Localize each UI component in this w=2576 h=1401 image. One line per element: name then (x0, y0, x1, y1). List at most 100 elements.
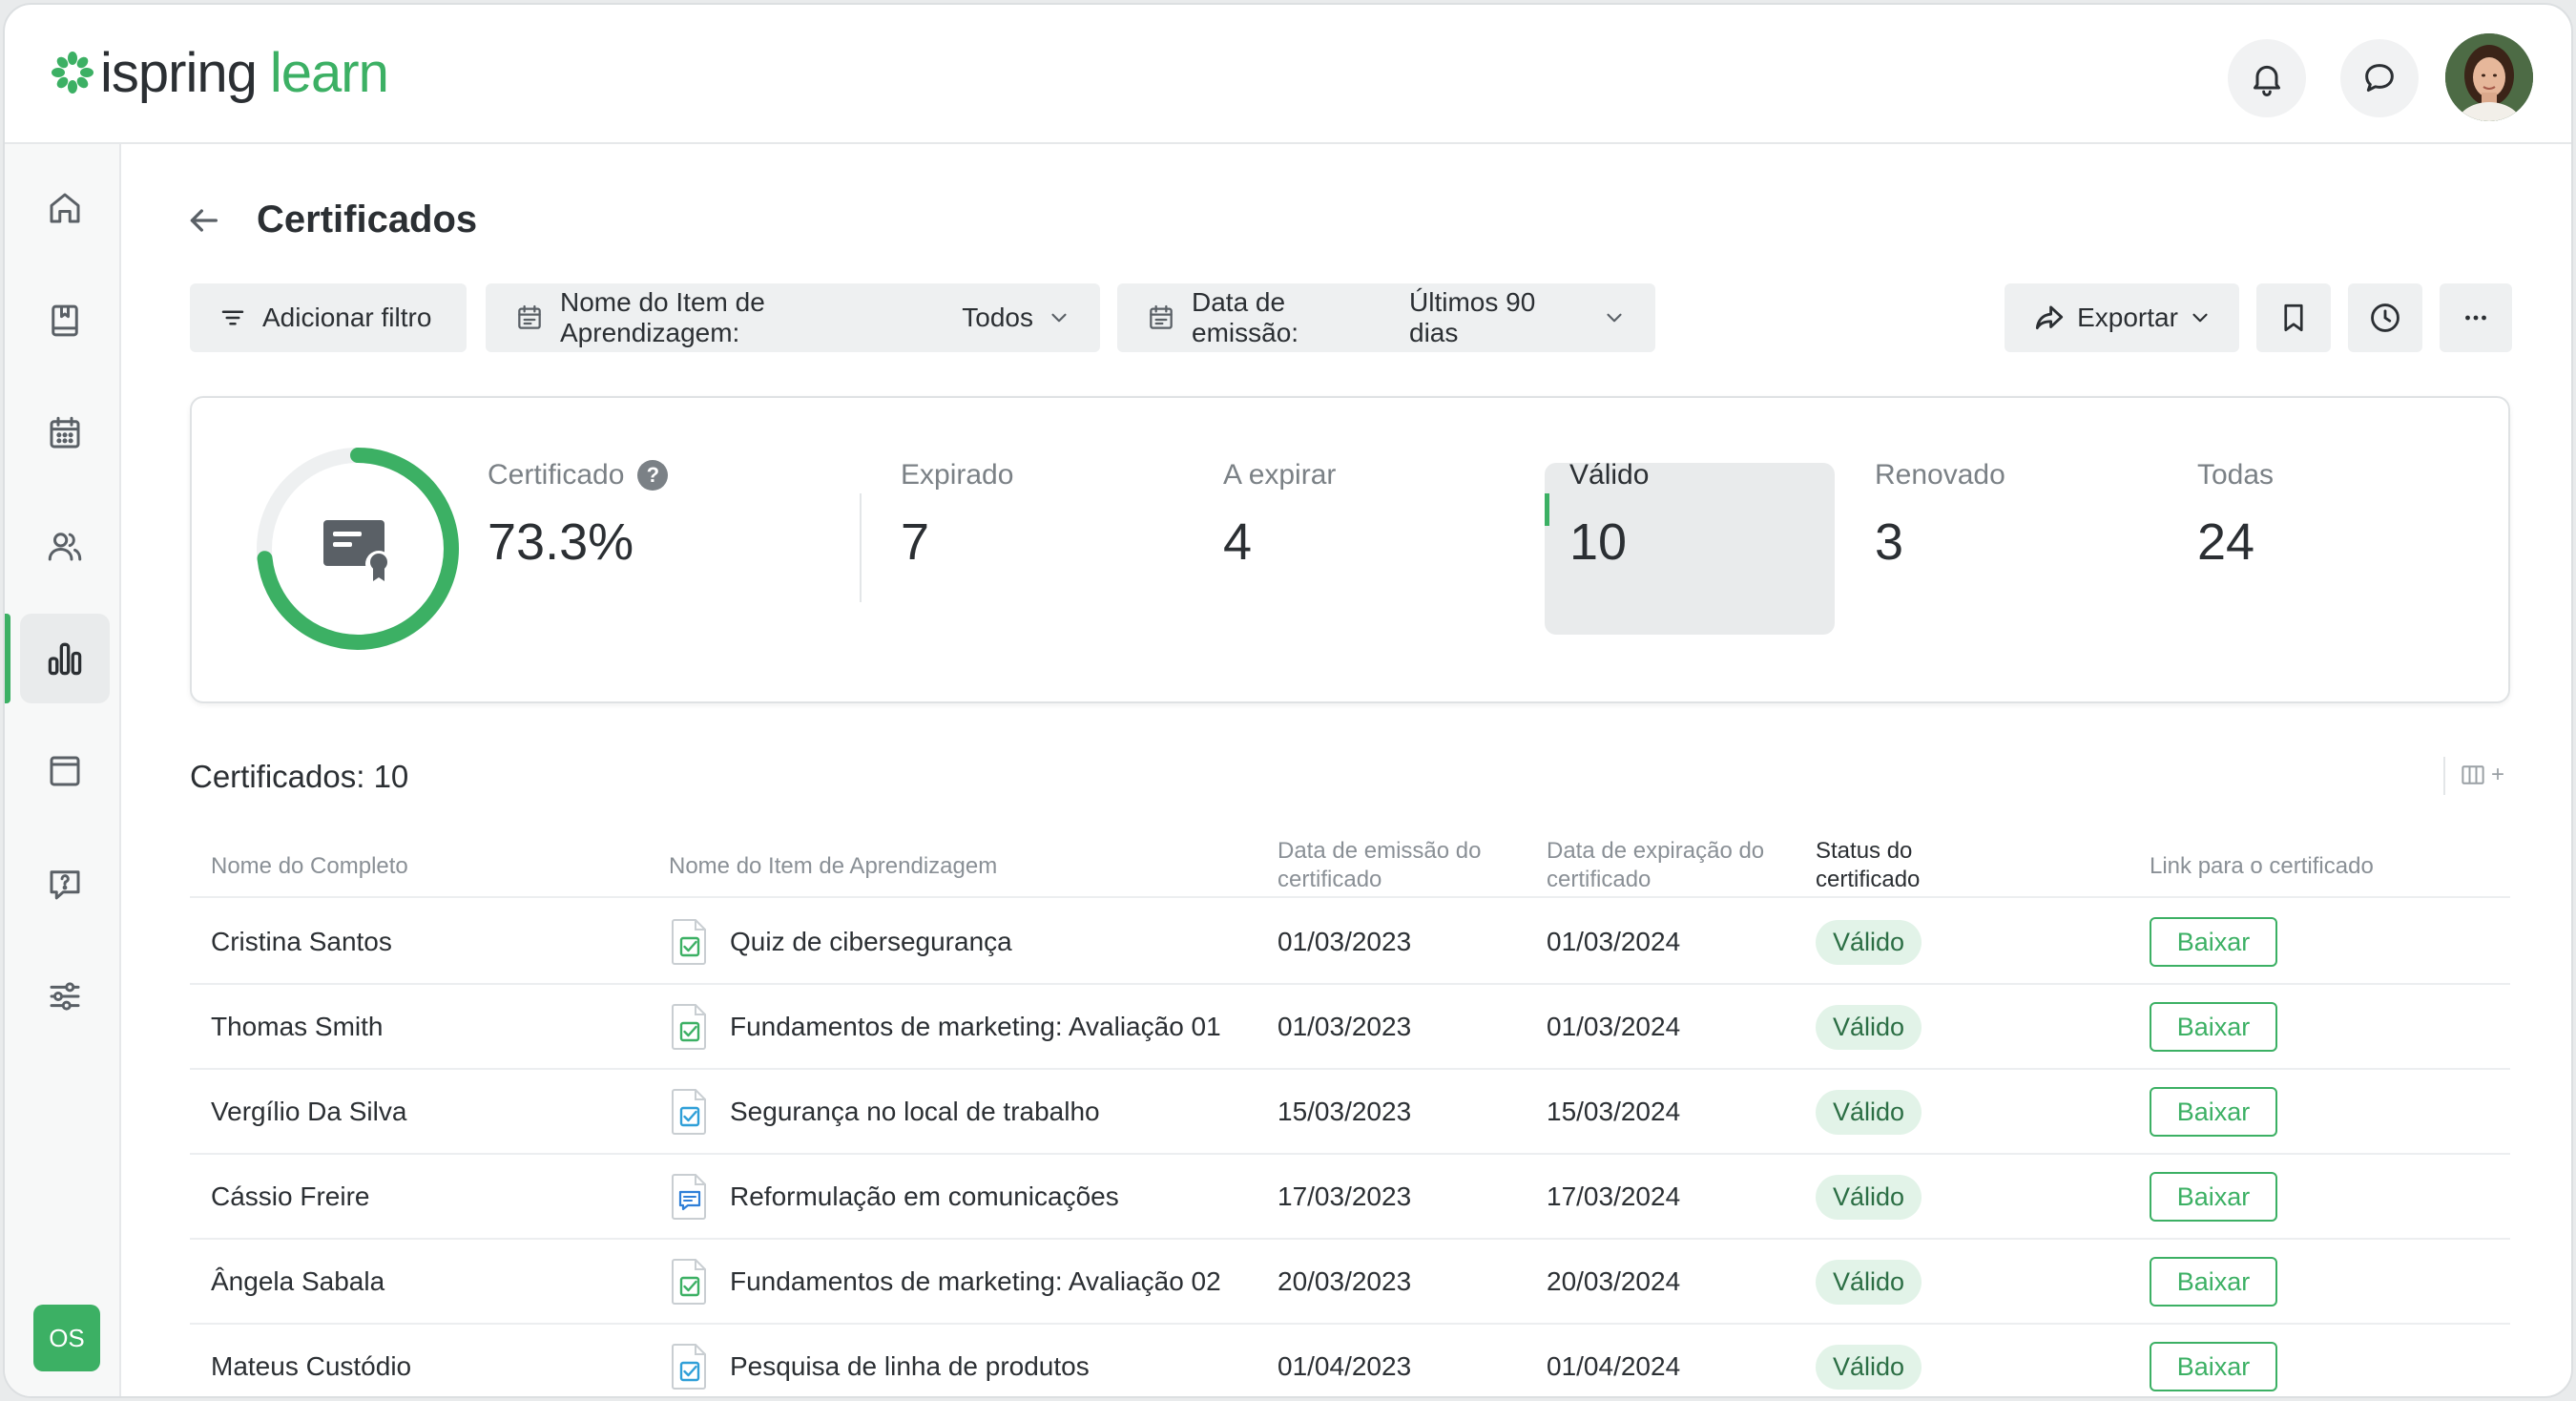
chevron-down-icon (2192, 313, 2208, 323)
learning-item-filter-label: Nome do Item de Aprendizagem: (560, 287, 765, 347)
cell-item[interactable]: Pesquisa de linha de produtos (671, 1325, 1090, 1396)
cell-item-label: Fundamentos de marketing: Avaliação 01 (730, 1012, 1221, 1041)
quiz-doc-icon (671, 1258, 709, 1306)
stat-expiring[interactable]: A expirar 4 (1223, 459, 1336, 572)
app-logo[interactable]: ispring learn (51, 39, 389, 106)
export-label: Exportar (2077, 303, 2178, 332)
help-icon[interactable]: ? (637, 460, 669, 491)
quiz-doc-icon (671, 918, 709, 966)
cell-link: Baixar (2150, 1070, 2277, 1154)
stats-divider (860, 493, 862, 602)
stat-certified: Certificado? 73.3% (488, 459, 669, 572)
download-button[interactable]: Baixar (2150, 1342, 2277, 1391)
sidebar-item-home[interactable] (20, 163, 110, 253)
user-initials-badge[interactable]: OS (33, 1305, 100, 1371)
avatar-portrait-icon (2445, 33, 2533, 121)
download-button[interactable]: Baixar (2150, 1087, 2277, 1137)
certified-progress-ring (257, 448, 459, 650)
bookmark-button[interactable] (2256, 283, 2331, 352)
stat-all-value: 24 (2197, 513, 2255, 571)
sidebar-item-settings[interactable] (20, 951, 110, 1041)
cell-expiry-date: 01/03/2024 (1547, 1012, 1681, 1041)
stat-expiring-value: 4 (1223, 513, 1253, 571)
stat-renewed[interactable]: Renovado 3 (1875, 459, 2005, 572)
table-row[interactable]: Cristina Santos Quiz de cibersegurança 01/… (190, 900, 2510, 985)
cell-issue-date: 01/04/2023 (1278, 1351, 1412, 1381)
stat-certified-value: 73.3% (488, 513, 634, 571)
header-name[interactable]: Nome do Completo (211, 852, 408, 881)
user-avatar[interactable] (2445, 33, 2533, 121)
stat-all[interactable]: Todas 24 (2197, 459, 2274, 572)
download-button[interactable]: Baixar (2150, 1002, 2277, 1052)
main-content: Certificados Adicionar filtro Nome do It… (123, 146, 2571, 1396)
cell-status: Válido (1816, 1070, 1922, 1154)
cell-name: Cristina Santos (211, 927, 392, 956)
cell-name: Ângela Sabala (211, 1266, 385, 1296)
chevron-down-icon (1607, 313, 1622, 323)
more-options-button[interactable] (2440, 283, 2512, 352)
cell-item[interactable]: Fundamentos de marketing: Avaliação 02 (671, 1240, 1221, 1324)
status-badge: Válido (1816, 919, 1922, 965)
notifications-button[interactable] (2228, 39, 2306, 117)
calendar-icon (518, 304, 541, 329)
cell-item[interactable]: Reformulação em comunicações (671, 1155, 1119, 1239)
chat-bubble-icon (2365, 64, 2394, 92)
download-button[interactable]: Baixar (2150, 1172, 2277, 1222)
cell-link: Baixar (2150, 1325, 2277, 1396)
stat-valid-label: Válido (1569, 459, 1650, 491)
cell-expiry-date: 17/03/2024 (1547, 1181, 1681, 1211)
sidebar-item-calendar[interactable] (20, 388, 110, 478)
status-badge: Válido (1816, 1004, 1922, 1050)
add-filter-button[interactable]: Adicionar filtro (190, 283, 467, 352)
stat-certified-label: Certificado (488, 459, 625, 491)
header-status[interactable]: Status do certificado (1816, 837, 1920, 894)
cell-name: Vergílio Da Silva (211, 1097, 407, 1126)
cell-link: Baixar (2150, 900, 2277, 984)
cell-status: Válido (1816, 1325, 1922, 1396)
cell-issue-date: 17/03/2023 (1278, 1181, 1412, 1211)
sidebar-item-questions[interactable] (20, 839, 110, 929)
cell-item-label: Segurança no local de trabalho (730, 1097, 1100, 1126)
sidebar-item-users[interactable] (20, 501, 110, 591)
chat-doc-icon (671, 1173, 709, 1221)
export-button[interactable]: Exportar (2005, 283, 2239, 352)
stat-renewed-value: 3 (1875, 513, 1904, 571)
history-button[interactable] (2348, 283, 2422, 352)
header-item[interactable]: Nome do Item de Aprendizagem (669, 852, 997, 881)
certificate-stats-card: Certificado? 73.3% Expirado 7 A expirar … (190, 396, 2510, 703)
cell-item[interactable]: Fundamentos de marketing: Avaliação 01 (671, 985, 1221, 1069)
header-issue-date[interactable]: Data de emissão do certificado (1278, 837, 1481, 894)
ispring-flower-icon (52, 52, 93, 94)
sidebar-item-content[interactable] (20, 726, 110, 816)
messages-button[interactable] (2340, 39, 2419, 117)
table-row[interactable]: Mateus Custódio Pesquisa de linha de prod… (190, 1325, 2510, 1396)
download-button[interactable]: Baixar (2150, 1257, 2277, 1307)
quiz-doc-icon (671, 1343, 709, 1391)
book-icon (52, 304, 78, 337)
table-row[interactable]: Vergílio Da Silva Segurança no local de t… (190, 1070, 2510, 1155)
calendar-icon (50, 416, 80, 449)
cell-issue-date: 01/03/2023 (1278, 1012, 1412, 1041)
sidebar-item-catalog[interactable] (20, 276, 110, 366)
learning-item-filter[interactable]: Nome do Item de Aprendizagem: Todos (486, 283, 1100, 352)
header-expiry-date[interactable]: Data de expiração do certificado (1547, 837, 1764, 894)
top-bar: ispring learn (5, 5, 2571, 144)
bookmark-icon (2284, 303, 2303, 332)
table-row[interactable]: Ângela Sabala Fundamentos de marketing: A… (190, 1240, 2510, 1325)
stat-valid[interactable]: Válido 10 (1569, 459, 1649, 572)
table-row[interactable]: Cássio Freire Reformulação em comunicaçõe… (190, 1155, 2510, 1240)
page-title: Certificados (257, 199, 478, 240)
bell-icon (2254, 65, 2280, 96)
columns-icon (2462, 765, 2484, 784)
download-button[interactable]: Baixar (2150, 917, 2277, 967)
cell-item[interactable]: Segurança no local de trabalho (671, 1070, 1100, 1154)
add-column-button[interactable]: + (2459, 761, 2504, 789)
issue-date-filter[interactable]: Data de emissão: Últimos 90 dias (1117, 283, 1655, 352)
cell-status: Válido (1816, 1155, 1922, 1239)
table-row[interactable]: Thomas Smith Fundamentos de marketing: Av… (190, 985, 2510, 1070)
sidebar-item-reports[interactable] (20, 614, 110, 703)
header-link[interactable]: Link para o certificado (2150, 852, 2374, 881)
stat-expired[interactable]: Expirado 7 (901, 459, 1013, 572)
cell-item[interactable]: Quiz de cibersegurança (671, 900, 1012, 984)
back-arrow-icon[interactable] (184, 201, 222, 240)
